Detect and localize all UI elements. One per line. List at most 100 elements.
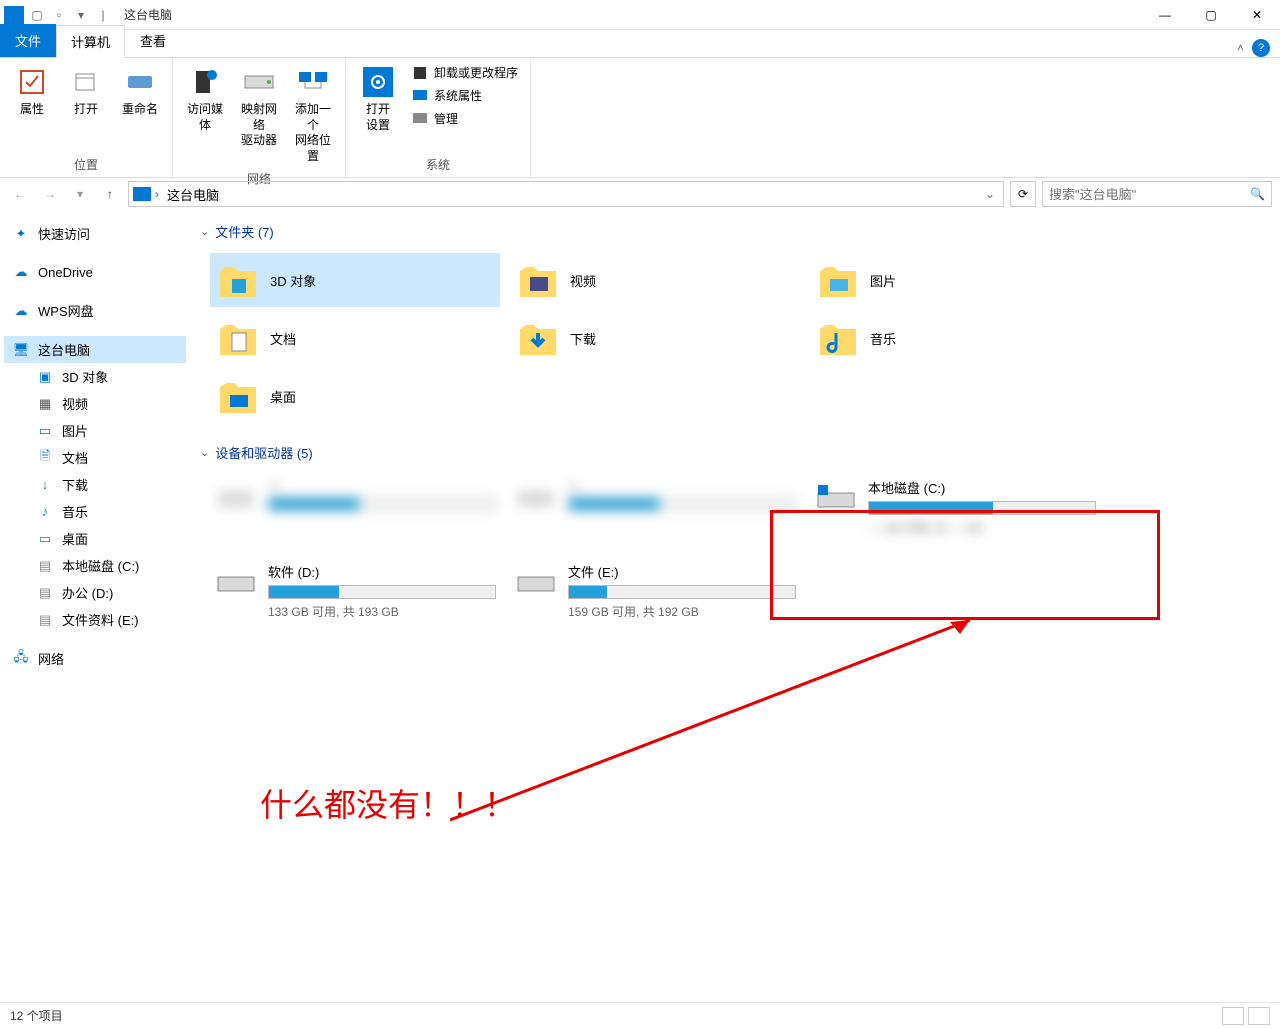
sidebar-files-e[interactable]: ▤文件资料 (E:)	[4, 606, 186, 633]
breadcrumb[interactable]: 这台电脑	[163, 185, 223, 204]
add-network-button[interactable]: 添加一个 网络位置	[289, 62, 337, 168]
chevron-down-icon: ⌄	[200, 446, 209, 459]
section-drives-header[interactable]: ⌄ 设备和驱动器 (5)	[200, 443, 1270, 462]
music-icon: ♪	[36, 503, 54, 521]
folder-downloads[interactable]: 下载	[510, 311, 800, 365]
breadcrumb-sep: ›	[155, 187, 159, 201]
address-bar: ← → ▾ ↑ › 这台电脑 ⌄ ⟳ 🔍	[0, 178, 1280, 210]
qat-separator: |	[94, 6, 112, 24]
sidebar-3d-objects[interactable]: ▣3D 对象	[4, 363, 186, 390]
disk-icon: ▤	[36, 611, 54, 629]
drive-c[interactable]: 本地磁盘 (C:) — GB 可用, 共 — GB	[810, 474, 1100, 540]
folder-desktop[interactable]: 桌面	[210, 369, 500, 423]
sidebar-onedrive[interactable]: ☁OneDrive	[4, 259, 186, 285]
cloud-icon: ☁	[12, 263, 30, 281]
folder-music[interactable]: 音乐	[810, 311, 1100, 365]
folder-documents[interactable]: 文档	[210, 311, 500, 365]
address-dropdown[interactable]: ⌄	[981, 187, 999, 201]
sidebar-network[interactable]: 🖧网络	[4, 645, 186, 672]
ribbon: 属性 打开 重命名 位置 访问媒体 映射网络 驱动器	[0, 58, 1280, 178]
sidebar-wps[interactable]: ☁WPS网盘	[4, 297, 186, 324]
tab-computer[interactable]: 计算机	[56, 25, 125, 58]
tab-file[interactable]: 文件	[0, 24, 56, 57]
drive-blurred-2[interactable]: —	[510, 474, 800, 540]
sidebar-pictures[interactable]: ▭图片	[4, 417, 186, 444]
folder-pictures[interactable]: 图片	[810, 253, 1100, 307]
map-drive-button[interactable]: 映射网络 驱动器	[235, 62, 283, 153]
sidebar-quick-access[interactable]: ✦快速访问	[4, 220, 186, 247]
disk-icon	[514, 562, 558, 602]
qat-props-icon[interactable]: ▢	[28, 6, 46, 24]
titlebar: ▢ ▫ ▾ | 这台电脑 — ▢ ✕	[0, 0, 1280, 30]
chevron-down-icon: ⌄	[200, 225, 209, 238]
ribbon-tabs: 文件 计算机 查看 ˄ ?	[0, 30, 1280, 58]
qat-new-icon[interactable]: ▫	[50, 6, 68, 24]
view-icons-button[interactable]	[1248, 1007, 1270, 1025]
access-media-button[interactable]: 访问媒体	[181, 62, 229, 137]
maximize-button[interactable]: ▢	[1188, 0, 1234, 30]
drive-c-text: — GB 可用, 共 — GB	[868, 519, 1096, 536]
search-input[interactable]	[1049, 187, 1250, 202]
up-button[interactable]: ↑	[98, 182, 122, 206]
drive-blurred-1[interactable]: —	[210, 474, 500, 540]
properties-button[interactable]: 属性	[8, 62, 56, 122]
manage-icon	[412, 111, 428, 127]
address-field[interactable]: › 这台电脑 ⌄	[128, 181, 1004, 207]
drive-d[interactable]: 软件 (D:) 133 GB 可用, 共 193 GB	[210, 558, 500, 624]
sidebar-downloads[interactable]: ↓下载	[4, 471, 186, 498]
minimize-button[interactable]: —	[1142, 0, 1188, 30]
sidebar-documents[interactable]: 🗎文档	[4, 444, 186, 471]
pc-icon	[133, 187, 151, 201]
status-item-count: 12 个项目	[10, 1007, 63, 1024]
refresh-button[interactable]: ⟳	[1010, 181, 1036, 207]
sidebar-this-pc[interactable]: 🖥这台电脑	[4, 336, 186, 363]
folder-3d-objects[interactable]: 3D 对象	[210, 253, 500, 307]
film-icon: ▦	[36, 395, 54, 413]
content-area: ⌄ 文件夹 (7) 3D 对象 视频 图片 文档 下载	[190, 210, 1280, 1002]
group-location-label: 位置	[8, 154, 164, 175]
section-folders-header[interactable]: ⌄ 文件夹 (7)	[200, 222, 1270, 241]
rename-icon	[124, 66, 156, 98]
app-icon	[4, 6, 24, 24]
sidebar-local-c[interactable]: ▤本地磁盘 (C:)	[4, 552, 186, 579]
back-button[interactable]: ←	[8, 182, 32, 206]
ribbon-collapse-icon[interactable]: ˄	[1237, 41, 1244, 55]
drive-icon	[243, 66, 275, 98]
download-icon: ↓	[36, 476, 54, 494]
annotation-arrow	[450, 610, 990, 830]
recent-dropdown[interactable]: ▾	[68, 182, 92, 206]
folder-icon	[216, 318, 260, 358]
tab-view[interactable]: 查看	[125, 24, 181, 57]
disk-icon	[214, 562, 258, 602]
help-icon[interactable]: ?	[1252, 39, 1270, 57]
sidebar-videos[interactable]: ▦视频	[4, 390, 186, 417]
sidebar-desktop[interactable]: ▭桌面	[4, 525, 186, 552]
manage-button[interactable]: 管理	[408, 108, 522, 129]
network-location-icon	[297, 66, 329, 98]
star-icon: ✦	[12, 225, 30, 243]
forward-button[interactable]: →	[38, 182, 62, 206]
search-field[interactable]: 🔍	[1042, 181, 1272, 207]
device-icon	[514, 478, 558, 518]
view-details-button[interactable]	[1222, 1007, 1244, 1025]
open-button[interactable]: 打开	[62, 62, 110, 122]
system-props-button[interactable]: 系统属性	[408, 85, 522, 106]
disk-icon	[814, 478, 858, 518]
disk-icon: ▤	[36, 557, 54, 575]
open-settings-button[interactable]: 打开 设置	[354, 62, 402, 137]
device-icon	[214, 478, 258, 518]
document-icon: 🗎	[36, 449, 54, 467]
sidebar-office-d[interactable]: ▤办公 (D:)	[4, 579, 186, 606]
rename-button[interactable]: 重命名	[116, 62, 164, 122]
group-system-label: 系统	[354, 154, 522, 175]
search-icon: 🔍	[1250, 187, 1265, 201]
folder-icon	[516, 260, 560, 300]
sidebar-music[interactable]: ♪音乐	[4, 498, 186, 525]
folder-videos[interactable]: 视频	[510, 253, 800, 307]
close-button[interactable]: ✕	[1234, 0, 1280, 30]
qat-dropdown-icon[interactable]: ▾	[72, 6, 90, 24]
drive-e[interactable]: 文件 (E:) 159 GB 可用, 共 192 GB	[510, 558, 800, 624]
uninstall-button[interactable]: 卸载或更改程序	[408, 62, 522, 83]
package-icon	[412, 65, 428, 81]
folder-icon	[516, 318, 560, 358]
